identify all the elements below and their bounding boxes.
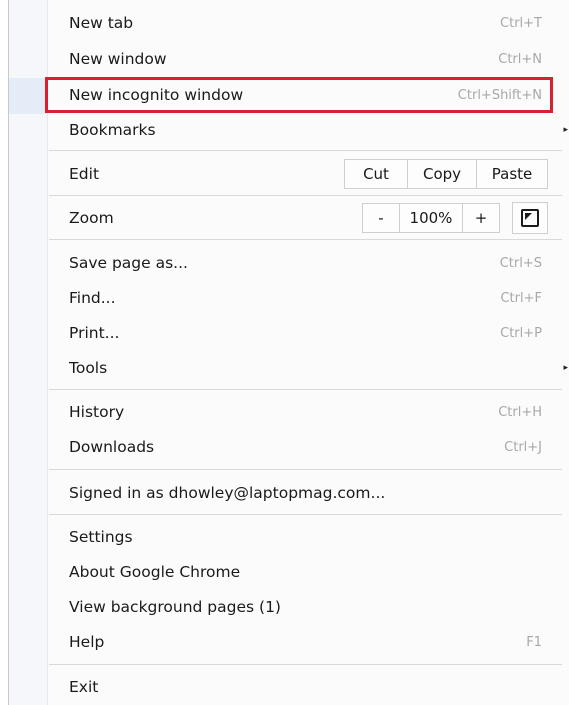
menu-item-label: Zoom: [69, 209, 114, 227]
zoom-in-button[interactable]: +: [462, 203, 500, 233]
menu-item-zoom: Zoom - 100% +: [47, 201, 569, 235]
menu-item-new-tab[interactable]: New tab Ctrl+T: [47, 6, 569, 40]
menu-item-view-background-pages[interactable]: View background pages (1): [47, 590, 569, 624]
menu-item-shortcut: Ctrl+F: [500, 290, 542, 306]
menu-separator: [49, 239, 562, 240]
menu-item-print[interactable]: Print... Ctrl+P: [47, 316, 569, 350]
menu-item-label: Tools: [69, 359, 108, 377]
gutter-hover-highlight: [9, 78, 47, 114]
menu-item-shortcut: Ctrl+T: [500, 15, 542, 31]
menu-item-label: New window: [69, 50, 167, 68]
menu-item-help[interactable]: Help F1: [47, 625, 569, 659]
menu-item-label: View background pages (1): [69, 598, 281, 616]
menu-item-label: Find...: [69, 289, 116, 307]
menu-item-shortcut: F1: [526, 634, 542, 650]
menu-item-downloads[interactable]: Downloads Ctrl+J: [47, 430, 569, 464]
menu-item-settings[interactable]: Settings: [47, 520, 569, 554]
menu-item-find[interactable]: Find... Ctrl+F: [47, 281, 569, 315]
menu-gutter: [9, 0, 48, 705]
copy-button[interactable]: Copy: [407, 159, 477, 189]
menu-item-shortcut: Ctrl+P: [500, 325, 542, 341]
menu-separator: [49, 469, 562, 470]
menu-separator: [49, 150, 562, 151]
cut-button[interactable]: Cut: [344, 159, 408, 189]
menu-item-save-page-as[interactable]: Save page as... Ctrl+S: [47, 246, 569, 280]
menu-item-label: Print...: [69, 324, 120, 342]
menu-separator: [49, 514, 562, 515]
fullscreen-button[interactable]: [512, 202, 548, 234]
menu-item-exit[interactable]: Exit: [47, 670, 569, 704]
menu-item-about-google-chrome[interactable]: About Google Chrome: [47, 555, 569, 589]
menu-item-tools[interactable]: Tools ▸: [47, 351, 569, 385]
menu-item-label: Settings: [69, 528, 133, 546]
menu-item-bookmarks[interactable]: Bookmarks ▸: [47, 113, 569, 147]
menu-item-label: Exit: [69, 678, 99, 696]
menu-item-history[interactable]: History Ctrl+H: [47, 395, 569, 429]
menu-item-shortcut: Ctrl+N: [498, 51, 542, 67]
menu-item-shortcut: Ctrl+J: [504, 439, 542, 455]
menu-item-label: About Google Chrome: [69, 563, 241, 581]
fullscreen-icon: [521, 209, 539, 227]
menu-separator: [49, 664, 562, 665]
menu-item-label: Edit: [69, 165, 100, 183]
menu-separator: [49, 389, 562, 390]
chrome-menu: New tab Ctrl+T New window Ctrl+N New inc…: [8, 0, 569, 705]
menu-item-shortcut: Ctrl+H: [498, 404, 542, 420]
menu-item-label: Downloads: [69, 438, 155, 456]
edit-button-group: Cut Copy Paste: [344, 159, 548, 189]
menu-item-label: Help: [69, 633, 105, 651]
paste-button[interactable]: Paste: [476, 159, 548, 189]
menu-item-label: Signed in as dhowley@laptopmag.com...: [69, 484, 386, 502]
menu-separator: [49, 195, 562, 196]
menu-item-signed-in[interactable]: Signed in as dhowley@laptopmag.com...: [47, 476, 569, 510]
menu-item-label: New tab: [69, 14, 134, 32]
submenu-arrow-icon: ▸: [563, 363, 568, 373]
menu-item-label: Save page as...: [69, 254, 188, 272]
menu-item-edit: Edit Cut Copy Paste: [47, 157, 569, 191]
zoom-level: 100%: [399, 203, 463, 233]
menu-item-label: Bookmarks: [69, 121, 156, 139]
incognito-highlight-box: [45, 77, 553, 113]
menu-item-shortcut: Ctrl+S: [499, 255, 542, 271]
zoom-controls: - 100% +: [362, 203, 500, 233]
zoom-out-button[interactable]: -: [362, 203, 400, 233]
menu-item-label: History: [69, 403, 125, 421]
submenu-arrow-icon: ▸: [563, 125, 568, 135]
menu-item-new-window[interactable]: New window Ctrl+N: [47, 42, 569, 76]
